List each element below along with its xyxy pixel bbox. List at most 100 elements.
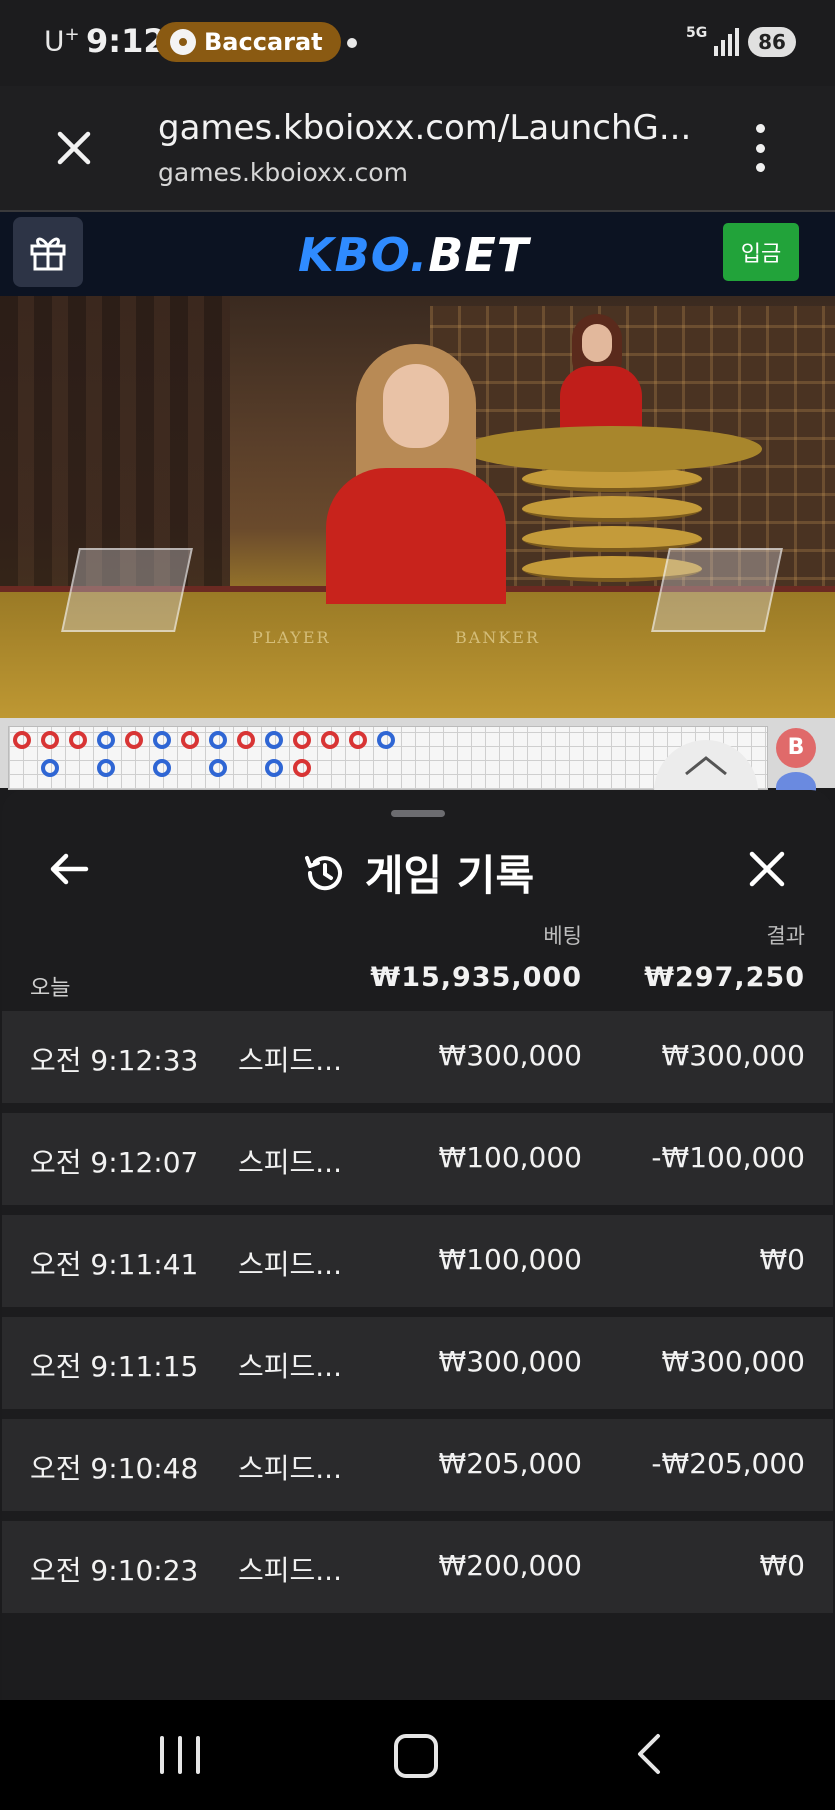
- bead: [153, 759, 171, 777]
- player-area-label: PLAYER: [252, 628, 331, 647]
- bead: [153, 731, 171, 749]
- row-game: 스피드...: [238, 1554, 342, 1587]
- row-result: ₩0: [759, 1243, 806, 1276]
- sheet-title: 게임 기록: [364, 851, 535, 900]
- total-bet: ₩15,935,000: [370, 962, 582, 993]
- row-game: 스피드...: [238, 1452, 342, 1485]
- bead: [41, 759, 59, 777]
- row-game: 스피드...: [238, 1044, 342, 1077]
- history-row[interactable]: 오전 9:10:23 스피드... ₩200,000 ₩0: [2, 1521, 833, 1613]
- status-time: 9:12: [86, 22, 166, 60]
- bead: [41, 731, 59, 749]
- background-dealer: [556, 314, 646, 434]
- close-icon[interactable]: [744, 846, 790, 892]
- chrome-icon: [170, 29, 196, 55]
- main-dealer: [326, 344, 506, 604]
- row-bet: ₩200,000: [438, 1549, 582, 1582]
- live-dealer-video[interactable]: PLAYER BANKER: [0, 296, 835, 718]
- site-logo[interactable]: KBO.BET: [298, 228, 529, 282]
- url-domain[interactable]: games.kboioxx.com: [158, 158, 408, 187]
- row-result: ₩300,000: [661, 1039, 805, 1072]
- gift-icon: [30, 237, 66, 271]
- logo-part2: BET: [428, 228, 530, 282]
- status-bar: U+ 9:12 Baccarat 5G 86: [0, 0, 835, 86]
- signal-icon: [714, 28, 739, 56]
- row-bet: ₩205,000: [438, 1447, 582, 1480]
- bead: [265, 759, 283, 777]
- bead: [69, 731, 87, 749]
- card-shoe-right: [651, 548, 783, 632]
- row-time: 오전 9:11:41: [30, 1248, 199, 1281]
- today-label: 오늘: [30, 976, 71, 1001]
- active-app-label: Baccarat: [204, 28, 323, 56]
- chevron-up-icon: [685, 756, 727, 776]
- row-game: 스피드...: [238, 1350, 342, 1383]
- row-time: 오전 9:10:48: [30, 1452, 199, 1485]
- history-list: 오전 9:12:33 스피드... ₩300,000 ₩300,000 오전 9…: [2, 1011, 833, 1623]
- row-result: -₩205,000: [651, 1447, 805, 1480]
- row-bet: ₩300,000: [438, 1039, 582, 1072]
- row-time: 오전 9:12:07: [30, 1146, 199, 1179]
- column-header-bet: 베팅: [543, 924, 582, 948]
- history-row[interactable]: 오전 9:10:48 스피드... ₩205,000 -₩205,000: [2, 1419, 833, 1511]
- bead: [265, 731, 283, 749]
- row-time: 오전 9:12:33: [30, 1044, 199, 1077]
- carrier-label: U+: [44, 24, 80, 57]
- bead: [209, 759, 227, 777]
- home-icon[interactable]: [394, 1734, 438, 1778]
- banker-area-label: BANKER: [455, 628, 540, 647]
- battery-indicator: 86: [748, 27, 796, 57]
- total-result: ₩297,250: [644, 962, 805, 993]
- row-time: 오전 9:10:23: [30, 1554, 199, 1587]
- row-game: 스피드...: [238, 1146, 342, 1179]
- bead: [13, 731, 31, 749]
- history-row[interactable]: 오전 9:11:15 스피드... ₩300,000 ₩300,000: [2, 1317, 833, 1409]
- row-result: ₩0: [759, 1549, 806, 1582]
- recents-icon[interactable]: [160, 1736, 200, 1774]
- history-row[interactable]: 오전 9:11:41 스피드... ₩100,000 ₩0: [2, 1215, 833, 1307]
- carrier-text: U: [44, 24, 65, 58]
- bead: [125, 731, 143, 749]
- more-vert-icon[interactable]: [748, 124, 772, 172]
- active-app-pill[interactable]: Baccarat: [156, 22, 341, 62]
- banker-stat-badge: B: [776, 728, 816, 768]
- bead: [209, 731, 227, 749]
- game-history-sheet: 게임 기록 베팅 결과 오늘 ₩15,935,000 ₩297,250 오전 9…: [2, 790, 833, 1700]
- bead: [321, 731, 339, 749]
- bead: [293, 731, 311, 749]
- row-result: ₩300,000: [661, 1345, 805, 1378]
- deposit-button[interactable]: 입금: [723, 223, 799, 281]
- row-result: -₩100,000: [651, 1141, 805, 1174]
- logo-part1: KBO.: [298, 228, 429, 282]
- row-bet: ₩300,000: [438, 1345, 582, 1378]
- network-type: 5G: [686, 25, 708, 41]
- row-bet: ₩100,000: [438, 1141, 582, 1174]
- bead: [293, 759, 311, 777]
- url-title[interactable]: games.kboioxx.com/LaunchG...: [158, 108, 691, 148]
- bead: [97, 759, 115, 777]
- scoreboard: B: [0, 718, 835, 802]
- column-header-result: 결과: [766, 924, 805, 948]
- bead: [349, 731, 367, 749]
- gift-button[interactable]: [13, 217, 83, 287]
- row-bet: ₩100,000: [438, 1243, 582, 1276]
- close-tab-icon[interactable]: [52, 126, 96, 170]
- browser-toolbar: games.kboioxx.com/LaunchG... games.kboio…: [0, 86, 835, 212]
- site-header: KBO.BET 입금: [0, 212, 835, 296]
- bead: [181, 731, 199, 749]
- row-game: 스피드...: [238, 1248, 342, 1281]
- history-icon: [304, 855, 342, 890]
- bead: [377, 731, 395, 749]
- card-shoe-left: [61, 548, 193, 632]
- bead: [97, 731, 115, 749]
- back-nav-icon[interactable]: [630, 1732, 670, 1776]
- row-time: 오전 9:11:15: [30, 1350, 199, 1383]
- bead: [237, 731, 255, 749]
- system-nav-bar: [0, 1700, 835, 1810]
- history-row[interactable]: 오전 9:12:07 스피드... ₩100,000 -₩100,000: [2, 1113, 833, 1205]
- carrier-sup: +: [64, 24, 80, 45]
- sheet-drag-handle[interactable]: [391, 810, 445, 817]
- history-row[interactable]: 오전 9:12:33 스피드... ₩300,000 ₩300,000: [2, 1011, 833, 1103]
- sheet-header: 게임 기록: [2, 842, 833, 903]
- notification-dot-icon: [347, 38, 357, 48]
